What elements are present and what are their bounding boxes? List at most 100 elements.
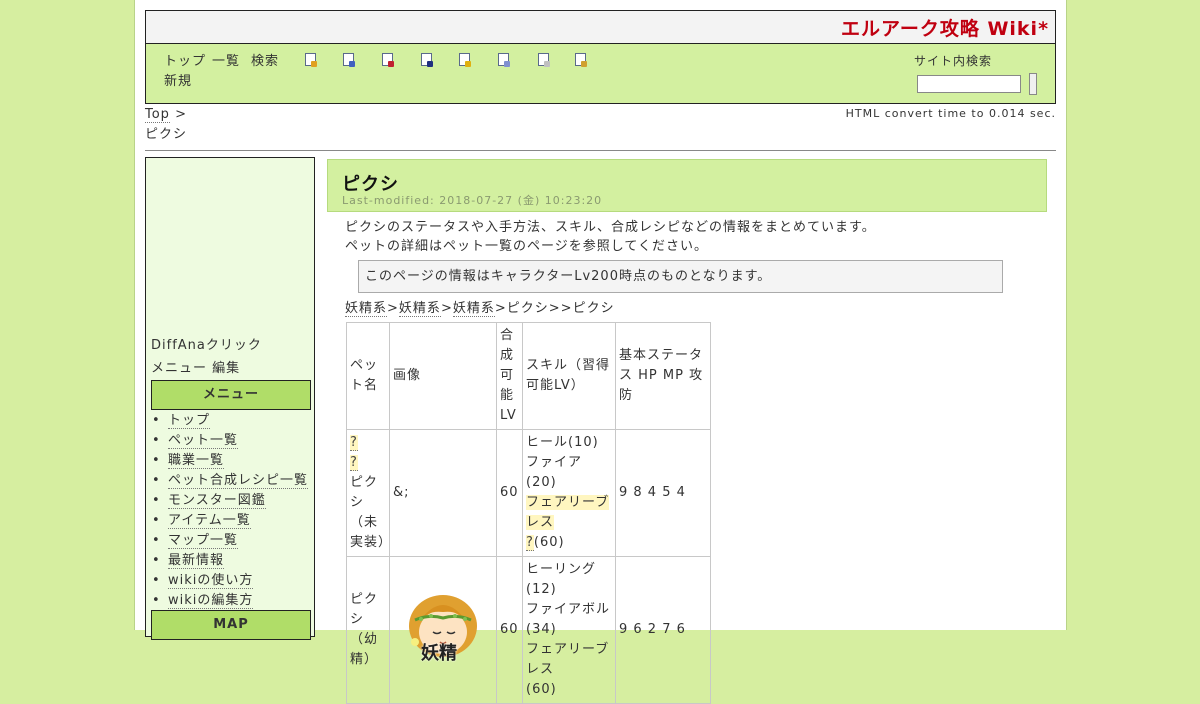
cell-skills: ヒーリング (12) ファイアボル (34) フェアリーブレス (60) bbox=[522, 556, 616, 704]
rename-icon[interactable] bbox=[343, 53, 355, 67]
skill-entry: ヒール(10) bbox=[526, 435, 599, 450]
category-path: 妖精系>妖精系>妖精系>ピクシ>>ピクシ bbox=[345, 299, 615, 318]
sidebar-diff-link[interactable]: DiffAnaクリック bbox=[151, 334, 262, 353]
header-level: 合成可能LV bbox=[496, 322, 523, 430]
path-link[interactable]: 妖精系 bbox=[398, 301, 441, 317]
path-separator: > bbox=[440, 301, 453, 316]
toolbar-top-link[interactable]: トップ bbox=[164, 52, 206, 72]
toolbar: トップ 一覧 検索 新規 サイト内検索 bbox=[145, 43, 1056, 104]
skill-highlight: フェアリーブレス bbox=[526, 495, 610, 530]
table-header-row: ペット名 画像 合成可能LV スキル（習得可能LV） 基本ステータス HP MP… bbox=[346, 322, 711, 430]
backup-icon[interactable] bbox=[421, 53, 433, 67]
path-item: ピクシ bbox=[506, 301, 549, 316]
toolbar-list-link[interactable]: 一覧 bbox=[212, 52, 240, 72]
sidebar-item-link[interactable]: wikiの使い方 bbox=[168, 573, 254, 589]
convert-time: HTML convert time to 0.014 sec. bbox=[845, 107, 1056, 120]
site-title-link[interactable]: エルアーク攻略 Wiki* bbox=[841, 14, 1049, 41]
search-button[interactable] bbox=[1029, 73, 1037, 95]
sidebar-item-link[interactable]: アイテム一覧 bbox=[168, 513, 251, 529]
pet-table: ペット名 画像 合成可能LV スキル（習得可能LV） 基本ステータス HP MP… bbox=[346, 322, 711, 704]
sidebar-menu-list: トップ ペット一覧 職業一覧 ペット合成レシピ一覧 モンスター図鑑 アイテム一覧… bbox=[151, 411, 309, 611]
diff-icon[interactable] bbox=[382, 53, 394, 67]
notice-box: このページの情報はキャラクターLv200時点のものとなります。 bbox=[358, 260, 1003, 293]
cell-name: ? ? ピクシ（未実装） bbox=[346, 429, 393, 557]
unknown-link[interactable]: ? bbox=[350, 455, 358, 471]
sidebar-item-top: トップ bbox=[151, 411, 308, 431]
sidebar-item-link[interactable]: ペット合成レシピ一覧 bbox=[168, 473, 309, 489]
breadcrumb-top-link[interactable]: Top bbox=[145, 107, 170, 123]
path-separator: > bbox=[387, 301, 399, 316]
table-row: ピクシ（幼精） 妖精 60 ヒーリング (12) ファイアボル (34) フェア… bbox=[346, 556, 711, 704]
copy-icon[interactable] bbox=[498, 53, 510, 67]
sidebar-item-link[interactable]: モンスター図鑑 bbox=[168, 493, 266, 509]
sidebar-item-wiki-usage: wikiの使い方 bbox=[151, 571, 308, 591]
sidebar-menu-edit-link[interactable]: メニュー 編集 bbox=[151, 357, 240, 376]
intro-line: ピクシのステータスや入手方法、スキル、合成レシピなどの情報をまとめています。 bbox=[345, 220, 876, 235]
sidebar-item-link[interactable]: マップ一覧 bbox=[168, 533, 239, 549]
new-page-icon[interactable] bbox=[305, 53, 317, 67]
sidebar-item-jobs: 職業一覧 bbox=[151, 451, 308, 471]
unknown-link[interactable]: ? bbox=[526, 535, 534, 551]
divider bbox=[145, 150, 1056, 151]
search-input[interactable] bbox=[917, 75, 1021, 93]
sidebar-item-link[interactable]: 最新情報 bbox=[168, 553, 225, 569]
list-icon[interactable] bbox=[538, 53, 550, 67]
breadcrumb: Top > ピクシ bbox=[145, 105, 187, 145]
cell-stats: 9 8 4 5 4 bbox=[615, 429, 711, 557]
header-name: ペット名 bbox=[346, 322, 390, 430]
sidebar-menu-heading: メニュー bbox=[151, 380, 311, 410]
path-link[interactable]: 妖精系 bbox=[345, 301, 388, 317]
fairy-image-label: 妖精 bbox=[421, 643, 457, 664]
header-image: 画像 bbox=[389, 322, 497, 430]
header-skills: スキル（習得可能LV） bbox=[522, 322, 616, 430]
table-row: ? ? ピクシ（未実装） &; 60 ヒール(10) ファイア(20) フェアリ… bbox=[346, 429, 711, 557]
last-modified: Last-modified: 2018-07-27 (金) 10:23:20 bbox=[342, 194, 603, 207]
toolbar-search-link[interactable]: 検索 bbox=[251, 52, 279, 72]
cell-image: &; bbox=[389, 429, 497, 557]
page-container: エルアーク攻略 Wiki* トップ 一覧 検索 新規 サイト内検索 Top > … bbox=[134, 0, 1067, 704]
sidebar-item-link[interactable]: wikiの編集方 bbox=[168, 593, 254, 609]
path-link[interactable]: 妖精系 bbox=[452, 301, 495, 317]
unknown-link[interactable]: ? bbox=[350, 435, 358, 451]
sidebar-map-heading: MAP bbox=[151, 610, 311, 640]
fairy-pet-image: 妖精 bbox=[409, 592, 477, 668]
skill-level: (60) bbox=[526, 682, 557, 697]
sidebar-item-news: 最新情報 bbox=[151, 551, 308, 571]
intro-line: ペットの詳細はペット一覧のページを参照してください。 bbox=[345, 239, 708, 254]
sidebar-item-monsters: モンスター図鑑 bbox=[151, 491, 308, 511]
sidebar: DiffAnaクリック メニュー 編集 メニュー トップ ペット一覧 職業一覧 … bbox=[145, 157, 315, 640]
pet-name: ピクシ（未実装） bbox=[350, 475, 393, 550]
header-stats: 基本ステータス HP MP 攻 防 bbox=[615, 322, 711, 430]
sidebar-item-maps: マップ一覧 bbox=[151, 531, 308, 551]
skill-entry: ヒーリング bbox=[526, 562, 597, 577]
page-title-box: ピクシ Last-modified: 2018-07-27 (金) 10:23:… bbox=[327, 159, 1047, 212]
cell-skills: ヒール(10) ファイア(20) フェアリーブレス ?(60) bbox=[522, 429, 616, 557]
sidebar-item-wiki-edit: wikiの編集方 bbox=[151, 591, 308, 611]
skill-level: (12) bbox=[526, 582, 557, 597]
cell-level: 60 bbox=[496, 429, 523, 557]
freeze-icon[interactable] bbox=[459, 53, 471, 67]
sidebar-item-items: アイテム一覧 bbox=[151, 511, 308, 531]
sidebar-item-link[interactable]: ペット一覧 bbox=[168, 433, 239, 449]
skill-level: (60) bbox=[533, 535, 565, 550]
path-item: ピクシ bbox=[572, 301, 615, 316]
cell-image: 妖精 bbox=[389, 556, 497, 704]
cell-stats: 9 6 2 7 6 bbox=[615, 556, 711, 704]
intro-text: ピクシのステータスや入手方法、スキル、合成レシピなどの情報をまとめています。 ペ… bbox=[345, 218, 876, 256]
sidebar-item-link[interactable]: 職業一覧 bbox=[168, 453, 225, 469]
help-icon[interactable] bbox=[575, 53, 587, 67]
skill-entry: フェアリーブレス bbox=[526, 642, 610, 677]
skill-entry: ファイアボル bbox=[526, 602, 611, 617]
sidebar-item-recipes: ペット合成レシピ一覧 bbox=[151, 471, 309, 491]
path-separator: >> bbox=[548, 301, 573, 316]
breadcrumb-separator: > bbox=[175, 107, 187, 122]
sidebar-item-link[interactable]: トップ bbox=[168, 413, 211, 429]
breadcrumb-current: ピクシ bbox=[145, 127, 188, 142]
path-separator: > bbox=[494, 301, 507, 316]
search-label: サイト内検索 bbox=[914, 54, 993, 68]
cell-name: ピクシ（幼精） bbox=[346, 556, 390, 704]
skill-entry: ファイア(20) bbox=[526, 455, 583, 490]
toolbar-new-link[interactable]: 新規 bbox=[164, 72, 192, 92]
sidebar-item-pets: ペット一覧 bbox=[151, 431, 308, 451]
site-header: エルアーク攻略 Wiki* bbox=[145, 10, 1056, 44]
